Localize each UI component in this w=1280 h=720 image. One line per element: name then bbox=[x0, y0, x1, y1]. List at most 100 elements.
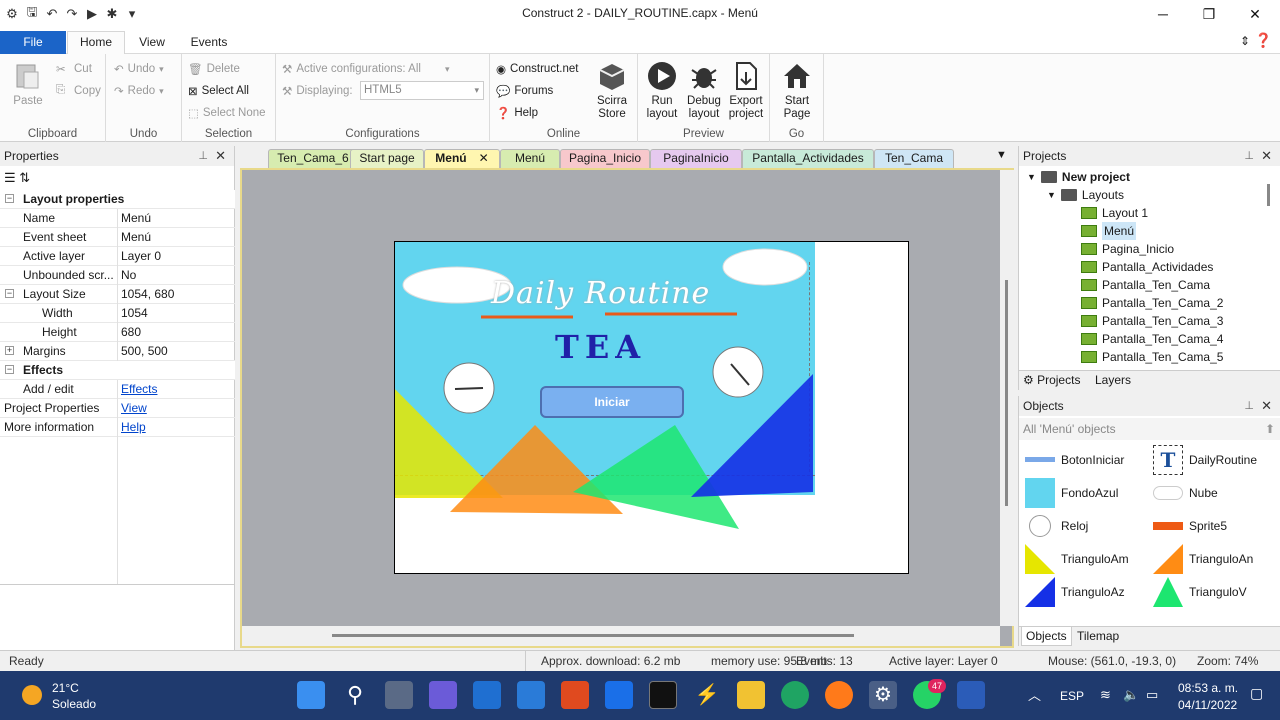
object-item[interactable]: T DailyRoutine bbox=[1153, 445, 1257, 475]
displaying-select[interactable]: HTML5 ▾ bbox=[360, 81, 484, 100]
vscode-icon[interactable]: ⚡ bbox=[693, 681, 721, 709]
close-icon[interactable]: ✕ bbox=[479, 151, 489, 165]
vertical-scrollbar[interactable] bbox=[1000, 170, 1014, 626]
tree-layout-item[interactable]: Pantalla_Ten_Cama_2 bbox=[1081, 294, 1223, 312]
pin-icon[interactable]: ⊥ bbox=[1244, 146, 1254, 166]
tree-scrollbar[interactable] bbox=[1267, 184, 1270, 206]
tree-layout-item[interactable]: Pantalla_Ten_Cama_3 bbox=[1081, 312, 1223, 330]
object-item[interactable]: FondoAzul bbox=[1025, 478, 1118, 508]
language-indicator[interactable]: ESP bbox=[1060, 689, 1084, 703]
run-layout-button[interactable]: Run layout bbox=[640, 60, 684, 121]
construct-net-link[interactable]: ◉ Construct.net bbox=[496, 62, 578, 76]
object-item[interactable]: Sprite5 bbox=[1153, 511, 1227, 541]
undo-button[interactable]: ↶ Undo ▾ bbox=[114, 62, 164, 76]
layout-canvas[interactable]: Daily Routine TEA Iniciar bbox=[394, 241, 909, 574]
redo-icon[interactable]: ↷ bbox=[64, 6, 80, 22]
prop-row[interactable]: Width 1054 bbox=[0, 304, 235, 323]
battery-icon[interactable]: ▭ bbox=[1146, 687, 1158, 703]
clock-date[interactable]: 04/11/2022 bbox=[1178, 698, 1237, 712]
tree-layout-item[interactable]: Pantalla_Ten_Cama_4 bbox=[1081, 330, 1223, 348]
cut-button[interactable]: ✂ Cut bbox=[56, 62, 92, 76]
object-item[interactable]: Reloj bbox=[1025, 511, 1088, 541]
doc-tab[interactable]: PaginaInicio bbox=[650, 149, 742, 168]
doc-tab[interactable]: Menú bbox=[500, 149, 560, 168]
forums-link[interactable]: 💬 Forums bbox=[496, 84, 553, 98]
weather-temp[interactable]: 21°C bbox=[52, 681, 79, 695]
play-icon[interactable]: ▶ bbox=[84, 6, 100, 22]
object-item[interactable]: Nube bbox=[1153, 478, 1218, 508]
prop-row[interactable]: + Margins 500, 500 bbox=[0, 342, 235, 361]
debug-icon[interactable]: ✱ bbox=[104, 6, 120, 22]
office-icon[interactable] bbox=[561, 681, 589, 709]
close-icon[interactable]: ✕ bbox=[1261, 396, 1272, 416]
boton-iniciar[interactable]: Iniciar bbox=[540, 386, 684, 418]
maximize-button[interactable]: ❐ bbox=[1186, 0, 1232, 28]
select-none-button[interactable]: ⬚ Select None bbox=[188, 106, 266, 120]
up-arrow-icon[interactable]: ⬆ bbox=[1265, 418, 1275, 440]
tab-home[interactable]: Home bbox=[67, 31, 125, 54]
tabs-menu-icon[interactable]: ▼ bbox=[996, 149, 1007, 161]
prop-row[interactable]: Active layer Layer 0 bbox=[0, 247, 235, 266]
start-page-button[interactable]: Start Page bbox=[775, 60, 819, 121]
ribbon-scroll-icon[interactable]: ⇕ bbox=[1240, 34, 1250, 48]
object-item[interactable]: TrianguloAn bbox=[1153, 544, 1253, 574]
redo-button[interactable]: ↷ Redo ▾ bbox=[114, 84, 164, 98]
select-all-button[interactable]: ⊠ Select All bbox=[188, 84, 249, 98]
tab-events[interactable]: Events bbox=[184, 32, 234, 54]
tree-layout-item-selected[interactable]: Menú bbox=[1081, 222, 1137, 240]
daily-routine-title[interactable]: Daily Routine bbox=[491, 276, 710, 311]
object-item[interactable]: TrianguloV bbox=[1153, 577, 1247, 607]
debug-layout-button[interactable]: Debug layout bbox=[682, 60, 726, 121]
help-icon[interactable]: ❓ bbox=[1255, 32, 1272, 49]
tree-layout-item[interactable]: Pagina_Inicio bbox=[1081, 240, 1174, 258]
teams-icon[interactable] bbox=[429, 681, 457, 709]
tab-tilemap[interactable]: Tilemap bbox=[1077, 629, 1119, 643]
folder-icon[interactable] bbox=[737, 681, 765, 709]
dropbox-icon[interactable] bbox=[605, 681, 633, 709]
firefox-icon[interactable] bbox=[825, 681, 853, 709]
weather-desc[interactable]: Soleado bbox=[52, 697, 96, 711]
pin-icon[interactable]: ⊥ bbox=[198, 146, 208, 166]
doc-tab[interactable]: Pantalla_Actividades bbox=[742, 149, 874, 168]
tree-layout-item[interactable]: Pantalla_Ten_Cama bbox=[1081, 276, 1210, 294]
help-link[interactable]: Help bbox=[121, 418, 146, 436]
tab-file[interactable]: File bbox=[0, 31, 66, 54]
prop-row[interactable]: Event sheet Menú bbox=[0, 228, 235, 247]
tab-view[interactable]: View bbox=[130, 32, 174, 54]
chevron-up-icon[interactable]: ︿ bbox=[1028, 685, 1041, 704]
terminal-icon[interactable] bbox=[649, 681, 677, 709]
mail-icon[interactable] bbox=[473, 681, 501, 709]
object-item[interactable]: TrianguloAz bbox=[1025, 577, 1125, 607]
pin-icon[interactable]: ⊥ bbox=[1244, 396, 1254, 416]
undo-icon[interactable]: ↶ bbox=[44, 6, 60, 22]
save-icon[interactable]: 🖫 bbox=[24, 4, 40, 22]
edge-icon[interactable] bbox=[781, 681, 809, 709]
tab-layers[interactable]: Layers bbox=[1095, 373, 1131, 387]
doc-tab[interactable]: Ten_Cama bbox=[874, 149, 954, 168]
copy-button[interactable]: ⎘ Copy bbox=[56, 84, 101, 98]
clock-time[interactable]: 08:53 a. m. bbox=[1178, 681, 1238, 695]
tree-folder-layouts[interactable]: ▼ Layouts bbox=[1047, 186, 1124, 204]
close-button[interactable]: ✕ bbox=[1232, 0, 1278, 28]
prop-row[interactable]: Height 680 bbox=[0, 323, 235, 342]
objects-filter[interactable]: All 'Menú' objects ⬆ bbox=[1019, 418, 1280, 440]
scirra-store-button[interactable]: Scirra Store bbox=[590, 60, 634, 121]
paste-button[interactable]: Paste bbox=[6, 60, 50, 108]
doc-tab[interactable]: Pagina_Inicio bbox=[560, 149, 650, 168]
doc-tab[interactable]: Ten_Cama_6 bbox=[268, 149, 358, 168]
doc-tab-active[interactable]: Menú ✕ bbox=[424, 149, 500, 168]
tab-objects[interactable]: Objects bbox=[1021, 627, 1072, 646]
chevron-down-icon[interactable]: ▾ bbox=[124, 6, 140, 22]
effects-header[interactable]: − Effects bbox=[0, 361, 235, 380]
tree-root[interactable]: ▼ New project bbox=[1027, 168, 1130, 186]
prop-row[interactable]: Unbounded scr... No bbox=[0, 266, 235, 285]
export-project-button[interactable]: Export project bbox=[724, 60, 768, 121]
minimize-button[interactable]: ─ bbox=[1140, 0, 1186, 28]
delete-button[interactable]: 🗑 Delete bbox=[188, 62, 240, 76]
sort-icons[interactable]: ☰ ⇅ bbox=[4, 170, 30, 186]
wifi-icon[interactable]: ≋ bbox=[1100, 687, 1111, 703]
object-item[interactable]: BotonIniciar bbox=[1025, 445, 1124, 475]
tree-layout-item[interactable]: Pantalla_Ten_Cama_5 bbox=[1081, 348, 1223, 366]
prop-row[interactable]: Name Menú bbox=[0, 209, 235, 228]
task-view-icon[interactable] bbox=[385, 681, 413, 709]
